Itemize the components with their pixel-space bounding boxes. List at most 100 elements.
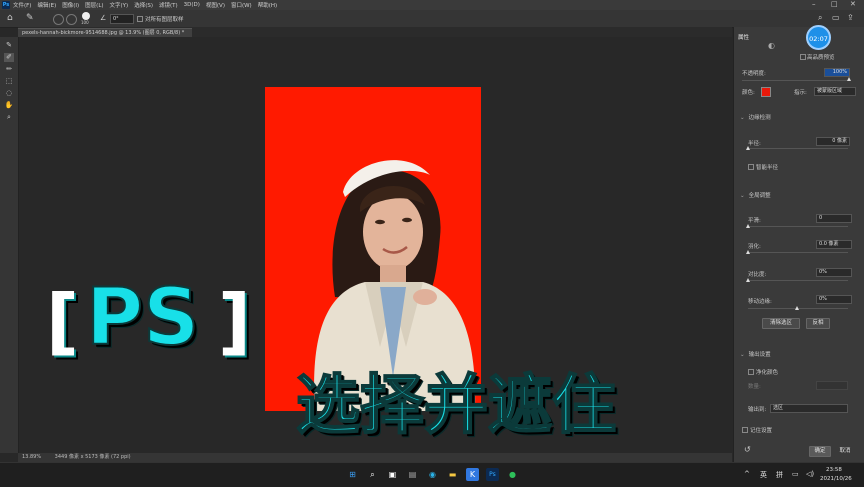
menu-file[interactable]: 文件(F) bbox=[13, 1, 31, 9]
indicate-dropdown[interactable]: 被蒙版区域 bbox=[814, 87, 856, 96]
clock-time[interactable]: 23:58 bbox=[826, 467, 842, 473]
smooth-slider-track[interactable] bbox=[748, 226, 848, 227]
cancel-button[interactable]: 取消 bbox=[834, 446, 856, 457]
refine-edge-brush-icon[interactable]: ✐ bbox=[4, 53, 14, 62]
widgets-icon[interactable]: ▤ bbox=[406, 468, 419, 481]
hand-tool-icon[interactable]: ✋ bbox=[4, 101, 14, 110]
smooth-slider-thumb[interactable] bbox=[746, 224, 750, 228]
menu-window[interactable]: 窗口(W) bbox=[231, 1, 252, 9]
output-to-label: 输出到: bbox=[748, 407, 767, 413]
add-to-selection-icon[interactable] bbox=[53, 14, 64, 25]
wechat-icon[interactable]: ● bbox=[506, 468, 519, 481]
decontaminate-colors-checkbox[interactable] bbox=[748, 369, 754, 375]
input-language[interactable]: 英 bbox=[760, 470, 767, 480]
output-settings-section[interactable]: ⌄ 输出设置 bbox=[740, 350, 771, 358]
zoom-tool-icon[interactable]: ⌕ bbox=[4, 113, 14, 122]
workspace-icon[interactable]: ▭ bbox=[832, 13, 840, 22]
brush-tool-icon[interactable]: ✏ bbox=[4, 65, 14, 74]
subtract-from-selection-icon[interactable] bbox=[66, 14, 77, 25]
brush-preset-icon[interactable]: ✎ bbox=[26, 13, 34, 23]
color-label: 颜色: bbox=[742, 90, 755, 96]
object-selection-tool-icon[interactable]: ⬚ bbox=[4, 77, 14, 86]
opacity-input[interactable]: 100% bbox=[824, 68, 850, 77]
tray-caret-icon[interactable]: ^ bbox=[744, 470, 750, 478]
reset-icon[interactable]: ↺ bbox=[744, 445, 751, 454]
brush-tip-icon[interactable] bbox=[82, 12, 90, 20]
shift-edge-slider-thumb[interactable] bbox=[795, 306, 799, 310]
ok-button[interactable]: 确定 bbox=[809, 446, 831, 457]
feather-slider-thumb[interactable] bbox=[746, 250, 750, 254]
brush-size-value: 100 bbox=[81, 20, 89, 25]
menu-layer[interactable]: 图层(L) bbox=[85, 1, 103, 9]
sample-all-layers-checkbox[interactable] bbox=[137, 16, 143, 22]
view-mode-icon[interactable]: ◐ bbox=[768, 41, 775, 50]
document-image[interactable] bbox=[265, 87, 481, 411]
angle-input[interactable]: 0° bbox=[110, 14, 134, 24]
search-icon[interactable]: ⌕ bbox=[818, 13, 822, 23]
opacity-slider-track[interactable] bbox=[742, 80, 850, 81]
opacity-slider-thumb[interactable] bbox=[847, 77, 851, 81]
menu-edit[interactable]: 编辑(E) bbox=[37, 1, 56, 9]
invert-button[interactable]: 反相 bbox=[806, 318, 830, 329]
clock-date[interactable]: 2021/10/26 bbox=[820, 476, 852, 482]
radius-input[interactable]: 0 像素 bbox=[816, 137, 850, 146]
network-icon[interactable]: ▭ bbox=[792, 470, 799, 478]
radius-slider-track[interactable] bbox=[748, 148, 848, 149]
amount-label: 数量: bbox=[748, 384, 761, 390]
file-explorer-icon[interactable]: ▬ bbox=[446, 468, 459, 481]
menu-filter[interactable]: 滤镜(T) bbox=[159, 1, 178, 9]
menu-type[interactable]: 文字(Y) bbox=[110, 1, 129, 9]
quick-selection-tool-icon[interactable]: ✎ bbox=[4, 41, 14, 50]
clear-selection-button[interactable]: 清除选区 bbox=[762, 318, 800, 329]
edge-browser-icon[interactable]: ◉ bbox=[426, 468, 439, 481]
global-refine-section[interactable]: ⌄ 全局调整 bbox=[740, 191, 771, 199]
color-swatch[interactable] bbox=[761, 87, 771, 97]
search-icon[interactable]: ⌕ bbox=[366, 468, 379, 481]
shift-edge-input[interactable]: 0% bbox=[816, 295, 852, 304]
timer-badge: 02:07 bbox=[806, 25, 831, 50]
indicate-label: 指示: bbox=[794, 90, 807, 96]
chevron-down-icon: ⌄ bbox=[740, 352, 745, 358]
share-icon[interactable]: ⇪ bbox=[847, 13, 854, 22]
minimize-button[interactable]: – bbox=[812, 0, 816, 8]
input-method[interactable]: 拼 bbox=[776, 470, 783, 480]
radius-slider-thumb[interactable] bbox=[746, 146, 750, 150]
chevron-down-icon: ⌄ bbox=[740, 115, 745, 121]
menu-view[interactable]: 视图(V) bbox=[206, 1, 225, 9]
feather-input[interactable]: 0.0 像素 bbox=[816, 240, 852, 249]
home-icon[interactable]: ⌂ bbox=[7, 13, 13, 23]
high-quality-preview-checkbox[interactable] bbox=[800, 54, 806, 60]
portrait-photo bbox=[314, 160, 476, 411]
feather-slider-track[interactable] bbox=[748, 252, 848, 253]
edge-detection-section[interactable]: ⌄ 边缘检测 bbox=[740, 113, 771, 121]
shift-edge-label: 移动边缘: bbox=[748, 299, 772, 305]
menu-select[interactable]: 选择(S) bbox=[134, 1, 153, 9]
smooth-input[interactable]: 0 bbox=[816, 214, 852, 223]
photoshop-taskbar-icon[interactable]: Ps bbox=[486, 468, 499, 481]
document-size: 3449 像素 x 5173 像素 (72 ppi) bbox=[54, 454, 131, 460]
menu-bar: Ps 文件(F) 编辑(E) 图像(I) 图层(L) 文字(Y) 选择(S) 滤… bbox=[0, 0, 864, 10]
output-to-dropdown[interactable]: 选区 bbox=[770, 404, 848, 413]
overlay-bracket-right: ] bbox=[218, 279, 251, 363]
panel-tab-properties[interactable]: 属性 bbox=[738, 33, 749, 41]
contrast-slider-thumb[interactable] bbox=[746, 278, 750, 282]
app-k-icon[interactable]: K bbox=[466, 468, 479, 481]
opacity-label: 不透明度: bbox=[742, 71, 766, 77]
close-window-button[interactable]: ✕ bbox=[850, 0, 856, 8]
smart-radius-checkbox[interactable] bbox=[748, 164, 754, 170]
menu-image[interactable]: 图像(I) bbox=[62, 1, 79, 9]
contrast-slider-track[interactable] bbox=[748, 280, 848, 281]
menu-help[interactable]: 帮助(H) bbox=[258, 1, 277, 9]
volume-icon[interactable]: ◁) bbox=[806, 470, 814, 478]
maximize-button[interactable]: □ bbox=[831, 0, 838, 8]
remember-settings-checkbox[interactable] bbox=[742, 427, 748, 433]
menu-3d[interactable]: 3D(D) bbox=[184, 2, 200, 8]
feather-label: 羽化: bbox=[748, 244, 761, 250]
zoom-level[interactable]: 13.89% bbox=[22, 454, 41, 460]
windows-start-icon[interactable]: ⊞ bbox=[346, 468, 359, 481]
contrast-input[interactable]: 0% bbox=[816, 268, 852, 277]
task-view-icon[interactable]: ▣ bbox=[386, 468, 399, 481]
lasso-tool-icon[interactable]: ◌ bbox=[4, 89, 14, 98]
amount-input bbox=[816, 381, 848, 390]
high-quality-preview-label: 高品质预览 bbox=[807, 55, 835, 61]
